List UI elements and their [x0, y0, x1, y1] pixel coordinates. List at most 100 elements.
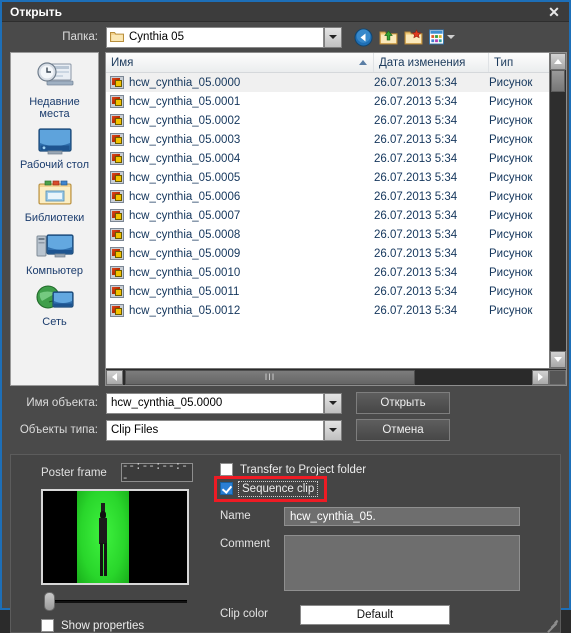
filename-form: Имя объекта: hcw_cynthia_05.0000 Открыть… [2, 386, 569, 446]
table-row[interactable]: hcw_cynthia_05.0001 26.07.2013 5:34 Рисуно… [106, 92, 549, 111]
filename-value: hcw_cynthia_05.0000 [111, 397, 223, 409]
show-properties-checkbox[interactable]: Show properties [41, 619, 216, 632]
file-date-cell: 26.07.2013 5:34 [374, 266, 458, 279]
clip-color-row: Clip color Default [220, 605, 550, 625]
filetype-row: Объекты типа: Clip Files Отмена [10, 419, 561, 441]
file-name-text: hcw_cynthia_05.0011 [129, 285, 240, 298]
back-button[interactable] [354, 28, 373, 47]
slider-track[interactable] [55, 600, 187, 603]
scroll-up-button[interactable] [550, 53, 566, 70]
sidebar-item-libraries[interactable]: Библиотеки [11, 175, 98, 228]
close-icon[interactable]: ✕ [543, 4, 565, 20]
filetype-select[interactable]: Clip Files [106, 419, 324, 441]
column-header-type[interactable]: Тип [489, 53, 549, 72]
column-header-name[interactable]: Имя [106, 53, 374, 72]
sidebar-item-label: Компьютер [26, 265, 83, 277]
file-name-cell: hcw_cynthia_05.0005 [106, 171, 374, 184]
file-rows: hcw_cynthia_05.0000 26.07.2013 5:34 Рисуно… [106, 73, 549, 368]
sidebar-item-recent-places[interactable]: Недавние места [11, 57, 98, 124]
file-type-cell: Рисунок [489, 247, 533, 260]
file-type-cell: Рисунок [489, 152, 533, 165]
table-row[interactable]: hcw_cynthia_05.0008 26.07.2013 5:34 Рисуно… [106, 225, 549, 244]
table-row[interactable]: hcw_cynthia_05.0009 26.07.2013 5:34 Рисуно… [106, 244, 549, 263]
folder-path-dropdown-icon[interactable] [324, 26, 342, 48]
new-folder-button[interactable] [404, 28, 423, 47]
file-date-cell: 26.07.2013 5:34 [374, 95, 458, 108]
table-row[interactable]: hcw_cynthia_05.0011 26.07.2013 5:34 Рисуно… [106, 282, 549, 301]
file-list-panel: Имя Дата изменения Тип hcw_cynthia_05.00… [105, 52, 567, 386]
views-button[interactable] [429, 28, 455, 47]
filetype-value: Clip Files [111, 424, 159, 436]
filename-dropdown-icon[interactable] [324, 392, 342, 414]
file-date-cell: 26.07.2013 5:34 [374, 190, 458, 203]
table-row[interactable]: hcw_cynthia_05.0004 26.07.2013 5:34 Рисуно… [106, 149, 549, 168]
file-date-cell: 26.07.2013 5:34 [374, 171, 458, 184]
file-name-cell: hcw_cynthia_05.0003 [106, 133, 374, 146]
name-row: Name hcw_cynthia_05. [220, 507, 550, 526]
table-row[interactable]: hcw_cynthia_05.0005 26.07.2013 5:34 Рисуно… [106, 168, 549, 187]
folder-path-value: Cynthia 05 [129, 31, 184, 43]
filename-input[interactable]: hcw_cynthia_05.0000 [106, 392, 324, 414]
file-type-cell: Рисунок [489, 114, 533, 127]
table-row[interactable]: hcw_cynthia_05.0006 26.07.2013 5:34 Рисуно… [106, 187, 549, 206]
image-file-icon [110, 304, 124, 317]
recent-places-icon [36, 62, 73, 86]
image-file-icon [110, 209, 124, 222]
file-type-cell: Рисунок [489, 228, 533, 241]
image-file-icon [110, 171, 124, 184]
vertical-scroll-track[interactable] [550, 70, 566, 351]
file-name-text: hcw_cynthia_05.0009 [129, 247, 241, 260]
file-date-cell: 26.07.2013 5:34 [374, 285, 458, 298]
filetype-dropdown-icon[interactable] [324, 419, 342, 441]
column-headers: Имя Дата изменения Тип [106, 53, 549, 73]
table-row[interactable]: hcw_cynthia_05.0007 26.07.2013 5:34 Рисуно… [106, 206, 549, 225]
up-one-level-button[interactable] [379, 28, 398, 47]
poster-frame-timecode-value: --:--:--:-- [121, 460, 188, 485]
table-row[interactable]: hcw_cynthia_05.0002 26.07.2013 5:34 Рисуно… [106, 111, 549, 130]
folder-path-input[interactable]: Cynthia 05 [106, 26, 324, 48]
sidebar-item-network[interactable]: Сеть [11, 281, 98, 328]
horizontal-scroll-thumb[interactable]: III [125, 369, 415, 385]
poster-frame-timecode[interactable]: --:--:--:-- [120, 460, 193, 485]
scroll-right-button[interactable] [532, 369, 549, 385]
sequence-clip-checkbox[interactable]: Sequence clip [214, 476, 327, 502]
column-header-date[interactable]: Дата изменения [374, 53, 489, 72]
clip-color-button[interactable]: Default [300, 605, 450, 625]
horizontal-scroll-track[interactable]: III [123, 369, 532, 385]
table-row[interactable]: hcw_cynthia_05.0012 26.07.2013 5:34 Рисуно… [106, 301, 549, 320]
file-name-text: hcw_cynthia_05.0003 [129, 133, 241, 146]
network-icon [35, 285, 74, 309]
table-row[interactable]: hcw_cynthia_05.0010 26.07.2013 5:34 Рисуно… [106, 263, 549, 282]
table-row[interactable]: hcw_cynthia_05.0003 26.07.2013 5:34 Рисуно… [106, 130, 549, 149]
preview-scrub-slider[interactable] [41, 592, 189, 611]
scroll-down-button[interactable] [550, 351, 566, 368]
slider-knob[interactable] [44, 592, 55, 611]
file-type-cell: Рисунок [489, 190, 533, 203]
file-name-cell: hcw_cynthia_05.0009 [106, 247, 374, 260]
clip-comment-input[interactable] [284, 535, 520, 591]
libraries-icon [37, 180, 72, 205]
sequence-clip-row: Sequence clip [214, 476, 550, 502]
sidebar-item-desktop[interactable]: Рабочий стол [11, 124, 98, 175]
sidebar-item-computer[interactable]: Компьютер [11, 228, 98, 281]
horizontal-scrollbar[interactable]: III [106, 368, 566, 385]
transfer-to-project-folder-checkbox[interactable]: Transfer to Project folder [220, 463, 550, 476]
open-file-dialog: Открыть ✕ Папка: Cynthia 05 Недавние мес… [0, 0, 571, 633]
filetype-label: Объекты типа: [19, 424, 98, 436]
vertical-scroll-thumb[interactable] [551, 70, 565, 92]
table-row[interactable]: hcw_cynthia_05.0000 26.07.2013 5:34 Рисуно… [106, 73, 549, 92]
file-date-cell: 26.07.2013 5:34 [374, 247, 458, 260]
views-grid-icon [429, 29, 444, 45]
open-button[interactable]: Открыть [356, 392, 450, 414]
file-name-cell: hcw_cynthia_05.0002 [106, 114, 374, 127]
sidebar-item-label: Недавние места [29, 96, 80, 120]
cancel-button[interactable]: Отмена [356, 419, 450, 441]
file-type-cell: Рисунок [489, 95, 533, 108]
vertical-scrollbar[interactable] [549, 53, 566, 368]
sidebar-item-label: Сеть [42, 316, 67, 328]
clip-name-input[interactable]: hcw_cynthia_05. [284, 507, 520, 526]
image-file-icon [110, 266, 124, 279]
file-name-cell: hcw_cynthia_05.0007 [106, 209, 374, 222]
resize-grip[interactable] [545, 617, 558, 633]
scroll-left-button[interactable] [106, 369, 123, 385]
